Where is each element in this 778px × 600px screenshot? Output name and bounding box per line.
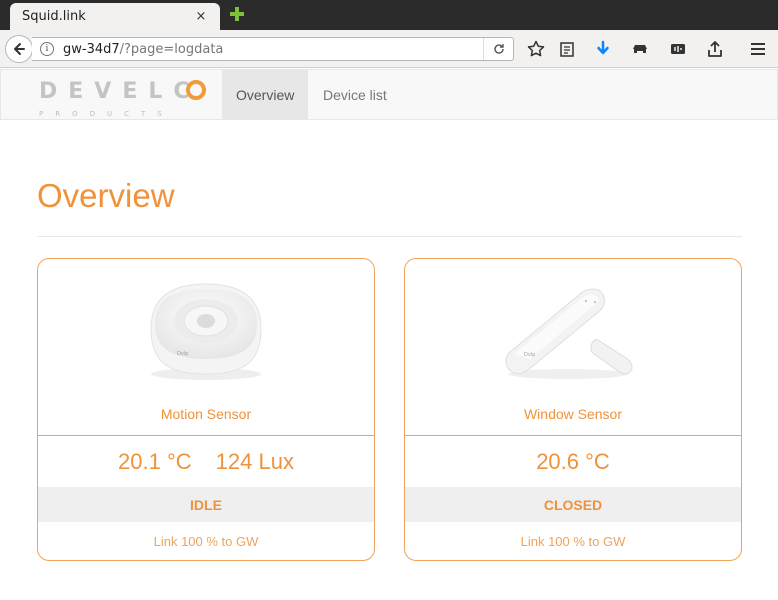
temperature-value: 20.6 °C — [536, 449, 610, 474]
card-divider — [405, 435, 741, 436]
device-name: Motion Sensor — [160, 406, 252, 422]
sensor-readings: 20.1 °C 124 Lux — [38, 449, 374, 475]
tab-title: Squid.link — [22, 9, 86, 24]
device-card-motion-sensor[interactable]: Dvlp Motion Sensor 20.1 °C 124 Lux IDLE L… — [37, 258, 375, 561]
pocket-icon[interactable] — [630, 39, 650, 59]
device-card-window-sensor[interactable]: Dvlp Window Sensor 20.6 °C CLOSED Link 1… — [404, 258, 742, 561]
reading-list-icon[interactable] — [557, 39, 577, 59]
info-icon[interactable]: i — [40, 42, 54, 56]
lux-value: 124 Lux — [215, 449, 294, 474]
browser-tab-strip: Squid.link × — [0, 0, 778, 30]
develco-logo[interactable]: DEVELC PRODUCTS — [39, 76, 207, 118]
temperature-value: 20.1 °C — [118, 449, 192, 474]
reload-icon[interactable] — [483, 38, 513, 60]
device-name: Window Sensor — [523, 406, 623, 422]
svg-text:Dvlp: Dvlp — [524, 352, 535, 358]
nav-device-list-label: Device list — [323, 86, 387, 103]
nav-overview-label: Overview — [236, 86, 295, 103]
url-path: /?page=logdata — [119, 41, 224, 57]
link-quality-text: Link 100 % to GW — [153, 534, 259, 549]
star-icon[interactable] — [526, 39, 546, 59]
sensor-readings: 20.6 °C — [405, 449, 741, 475]
title-divider — [37, 236, 742, 237]
url-bar[interactable]: i gw-34d7/?page=logdata — [32, 37, 514, 61]
new-tab-plus-icon[interactable] — [228, 5, 246, 23]
logo-subtext: PRODUCTS — [39, 110, 174, 118]
url-text[interactable]: gw-34d7/?page=logdata — [63, 42, 483, 57]
status-badge: IDLE — [38, 487, 374, 522]
back-arrow-icon — [14, 43, 25, 55]
screenshot-icon[interactable] — [668, 39, 688, 59]
back-button[interactable] — [5, 35, 33, 63]
nav-device-list[interactable]: Device list — [309, 70, 401, 119]
page-title: Overview — [37, 177, 175, 214]
url-host: gw-34d7 — [63, 41, 120, 57]
share-icon[interactable] — [705, 39, 725, 59]
svg-text:DEVELC: DEVELC — [39, 79, 201, 102]
window-sensor-image: Dvlp — [405, 259, 741, 399]
motion-sensor-image: Dvlp — [38, 259, 374, 399]
svg-text:Dvlp: Dvlp — [177, 351, 188, 357]
status-badge: CLOSED — [405, 487, 741, 522]
close-tab-icon[interactable]: × — [194, 9, 208, 24]
browser-tab[interactable]: Squid.link × — [10, 3, 220, 30]
nav-overview[interactable]: Overview — [222, 70, 309, 119]
card-divider — [38, 435, 374, 436]
logo-wordmark: DEVELC — [39, 76, 207, 108]
link-quality-text: Link 100 % to GW — [520, 534, 626, 549]
web-page: DEVELC PRODUCTS Overview Device list Ove… — [0, 69, 778, 600]
menu-icon[interactable] — [748, 39, 768, 59]
browser-toolbar: i gw-34d7/?page=logdata — [0, 30, 778, 68]
download-icon[interactable] — [593, 39, 613, 59]
site-navbar: DEVELC PRODUCTS Overview Device list — [0, 69, 778, 120]
